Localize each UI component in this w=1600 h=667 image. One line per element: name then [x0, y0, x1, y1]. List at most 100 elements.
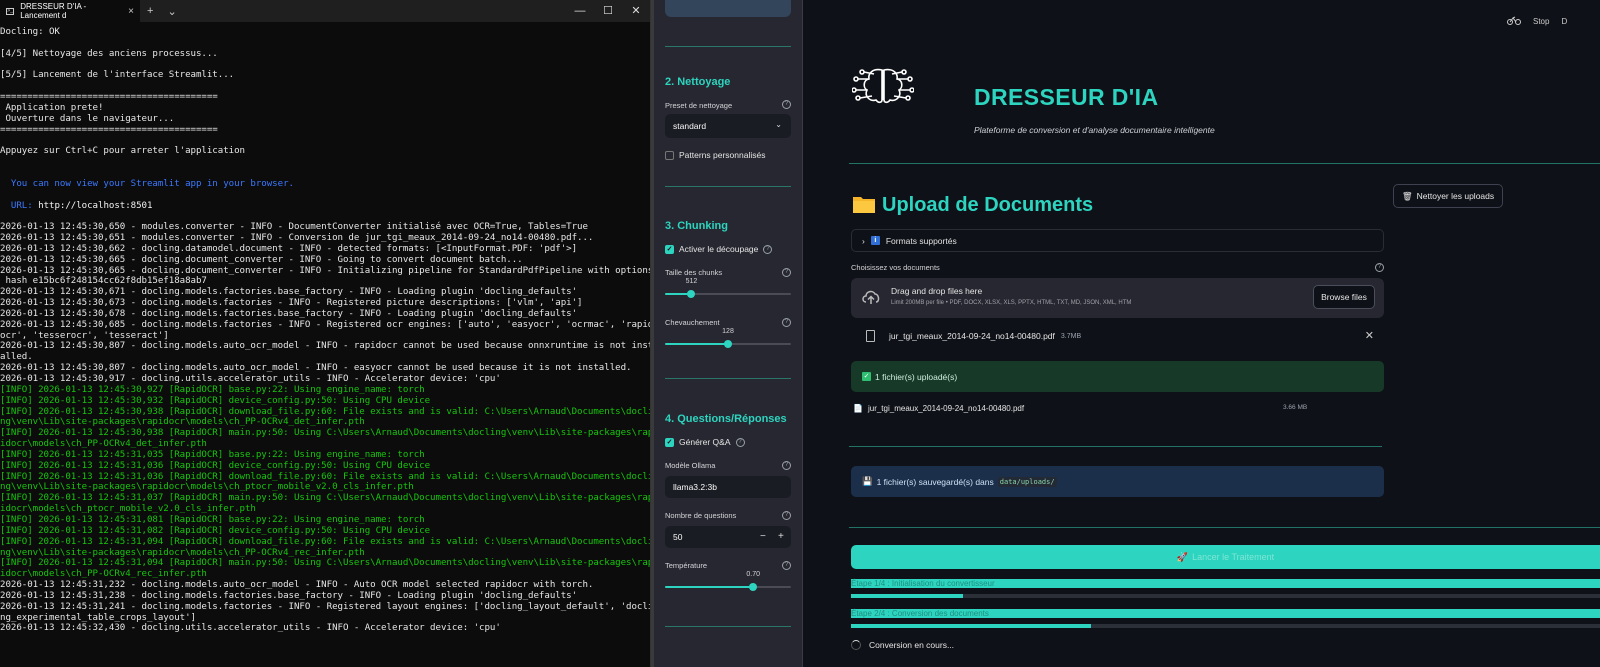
terminal-line: 2026-01-13 12:45:30,651 - modules.conver… — [0, 233, 594, 244]
terminal-line: ng\venv\Lib\site-packages\rapidocr\model… — [0, 417, 365, 428]
file-uploader-label: Choisissez vos documents — [851, 263, 940, 272]
terminal-line: [INFO] 2026-01-13 12:45:30,938 [RapidOCR… — [0, 406, 651, 417]
help-icon[interactable]: ? — [782, 461, 791, 470]
terminal-url-value[interactable]: http://localhost:8501 — [38, 201, 152, 211]
dropzone-limits: Limit 200MB per file • PDF, DOCX, XLSX, … — [891, 300, 1132, 306]
uploaded-file-name: jur_tgi_meaux_2014-09-24_no14-00480.pdf — [889, 331, 1055, 341]
help-icon[interactable]: ? — [763, 244, 773, 254]
terminal-line: [INFO] 2026-01-13 12:45:31,035 [RapidOCR… — [0, 449, 425, 460]
file-icon — [866, 330, 875, 342]
terminal-line: 2026-01-13 12:45:30,662 - docling.datamo… — [0, 243, 578, 254]
help-icon[interactable]: ? — [782, 100, 791, 109]
browse-files-button[interactable]: Browse files — [1313, 285, 1375, 309]
overlap-slider[interactable]: 128 — [665, 328, 791, 348]
terminal-line: URL: http://localhost:8501 — [0, 201, 650, 212]
terminal-line: idocr\models\ch_ptocr_mobile_v2.0_cls_in… — [0, 504, 256, 515]
toolbar: Stop D — [1507, 15, 1567, 28]
terminal-line: hash e15bc6f248154cc62f8db15ef18a8ab7 — [0, 276, 207, 287]
saved-file-name: jur_tgi_meaux_2014-09-24_no14-00480.pdf — [867, 404, 1025, 413]
terminal-line: [INFO] 2026-01-13 12:45:31,037 [RapidOCR… — [0, 493, 651, 504]
terminal-line: 2026-01-13 12:45:30,665 - docling.docume… — [0, 265, 651, 276]
terminal-line: 2026-01-13 12:45:30,917 - docling.utils.… — [0, 374, 501, 384]
minimize-icon[interactable]: — — [566, 0, 594, 22]
main-divider — [849, 163, 1600, 164]
overlap-label: Chevauchement — [665, 318, 720, 327]
running-bike-icon — [1507, 15, 1521, 28]
decrement-button[interactable]: − — [760, 531, 766, 542]
step1-text: Étape 1/4 : Initialisation du convertiss… — [851, 579, 995, 588]
close-tab-icon[interactable]: × — [128, 6, 134, 17]
model-input[interactable]: llama3.2:3b — [665, 476, 791, 498]
section-qa-heading: 4. Questions/Réponses — [665, 413, 787, 425]
file-dropzone[interactable]: Drag and drop files here Limit 200MB per… — [851, 278, 1384, 318]
questions-number-input[interactable]: 50 — [665, 526, 791, 548]
preset-select[interactable]: standard ⌄ — [665, 114, 791, 138]
help-icon[interactable]: ? — [782, 561, 791, 570]
questions-label: Nombre de questions — [665, 511, 737, 520]
document-icon: 📄 — [853, 404, 863, 413]
section-cleaning-heading: 2. Nettoyage — [665, 76, 731, 88]
terminal-line: ======================================== — [0, 124, 218, 135]
custom-patterns-checkbox[interactable]: Patterns personnalisés — [665, 150, 765, 160]
slider-thumb[interactable] — [749, 583, 758, 591]
remove-file-icon[interactable]: ✕ — [1365, 329, 1374, 342]
help-icon[interactable]: ? — [782, 268, 791, 277]
folder-icon — [853, 197, 875, 213]
model-label: Modèle Ollama — [665, 461, 716, 470]
overlap-value: 128 — [722, 328, 734, 335]
terminal-line: Ouverture dans le navigateur... — [0, 113, 175, 124]
terminal-line: alled. — [0, 352, 33, 363]
chevron-down-icon: ⌄ — [775, 120, 782, 129]
formats-expander[interactable]: › i Formats supportés — [851, 229, 1384, 252]
temperature-value: 0.70 — [746, 571, 760, 578]
terminal-line: You can now view your Streamlit app in y… — [0, 178, 294, 189]
upload-success-text: 1 fichier(s) uploadé(s) — [875, 371, 958, 382]
terminal-line: [INFO] 2026-01-13 12:45:31,094 [RapidOCR… — [0, 536, 651, 547]
temperature-slider[interactable]: 0.70 — [665, 571, 791, 591]
terminal-line: 2026-01-13 12:45:31,241 - docling.models… — [0, 601, 651, 612]
info-icon: i — [870, 236, 880, 245]
clean-uploads-button[interactable]: 🗑 Nettoyer les uploads — [1393, 184, 1503, 208]
slider-fill — [665, 586, 754, 588]
close-window-icon[interactable]: ✕ — [622, 0, 650, 22]
terminal-line: 2026-01-13 12:45:31,238 - docling.models… — [0, 590, 578, 601]
chunk-size-slider[interactable]: 512 — [665, 278, 791, 298]
sidebar-divider — [665, 626, 791, 627]
help-icon[interactable]: ? — [1375, 263, 1384, 272]
run-processing-button[interactable]: 🚀 Lancer le Traitement — [851, 545, 1600, 569]
saved-file-size: 3.66 MB — [1283, 404, 1308, 411]
terminal-tab[interactable]: >_ DRESSEUR D'IA - Lancement d × — [0, 0, 140, 22]
stop-button[interactable]: Stop — [1533, 17, 1549, 26]
increment-button[interactable]: + — [778, 531, 784, 542]
preset-label: Preset de nettoyage — [665, 101, 733, 110]
enable-chunking-checkbox[interactable]: ✓ Activer le découpage ? — [665, 244, 773, 254]
checkbox-checked-icon: ✓ — [665, 244, 674, 254]
generate-qa-label: Générer Q&A — [679, 437, 731, 447]
uploaded-file-size: 3.7MB — [1060, 332, 1082, 340]
terminal-line: idocr\models\ch_PP-OCRv4_det_infer.pth — [0, 439, 207, 450]
sidebar-select-stub[interactable] — [665, 0, 791, 17]
generate-qa-checkbox[interactable]: ✓ Générer Q&A ? — [665, 437, 745, 447]
terminal-line: [INFO] 2026-01-13 12:45:31,094 [RapidOCR… — [0, 558, 651, 569]
terminal-line: [INFO] 2026-01-13 12:45:31,036 [RapidOCR… — [0, 460, 431, 471]
terminal-line: [5/5] Lancement de l'interface Streamlit… — [0, 70, 235, 81]
terminal-line: 2026-01-13 12:45:30,650 - modules.conver… — [0, 222, 588, 233]
terminal-line: [INFO] 2026-01-13 12:45:31,082 [RapidOCR… — [0, 525, 431, 536]
terminal-line: [INFO] 2026-01-13 12:45:30,927 [RapidOCR… — [0, 384, 425, 395]
help-icon[interactable]: ? — [782, 511, 791, 520]
saved-file-item: 📄 jur_tgi_meaux_2014-09-24_no14-00480.pd… — [853, 404, 1024, 413]
conversion-status-text: Conversion en cours... — [869, 640, 955, 650]
slider-thumb[interactable] — [687, 290, 696, 298]
help-icon[interactable]: ? — [735, 437, 745, 447]
deploy-button[interactable]: D — [1561, 17, 1567, 26]
brain-logo-icon — [852, 68, 914, 104]
new-tab-button[interactable]: + — [140, 5, 160, 17]
terminal-output: Docling: OK [4/5] Nettoyage des anciens p… — [0, 22, 650, 634]
tab-dropdown-button[interactable]: ⌄ — [160, 5, 183, 18]
help-icon[interactable]: ? — [782, 318, 791, 327]
maximize-icon[interactable]: ☐ — [594, 0, 622, 22]
terminal-line: 2026-01-13 12:45:30,685 - docling.models… — [0, 319, 651, 330]
slider-thumb[interactable] — [724, 340, 732, 348]
